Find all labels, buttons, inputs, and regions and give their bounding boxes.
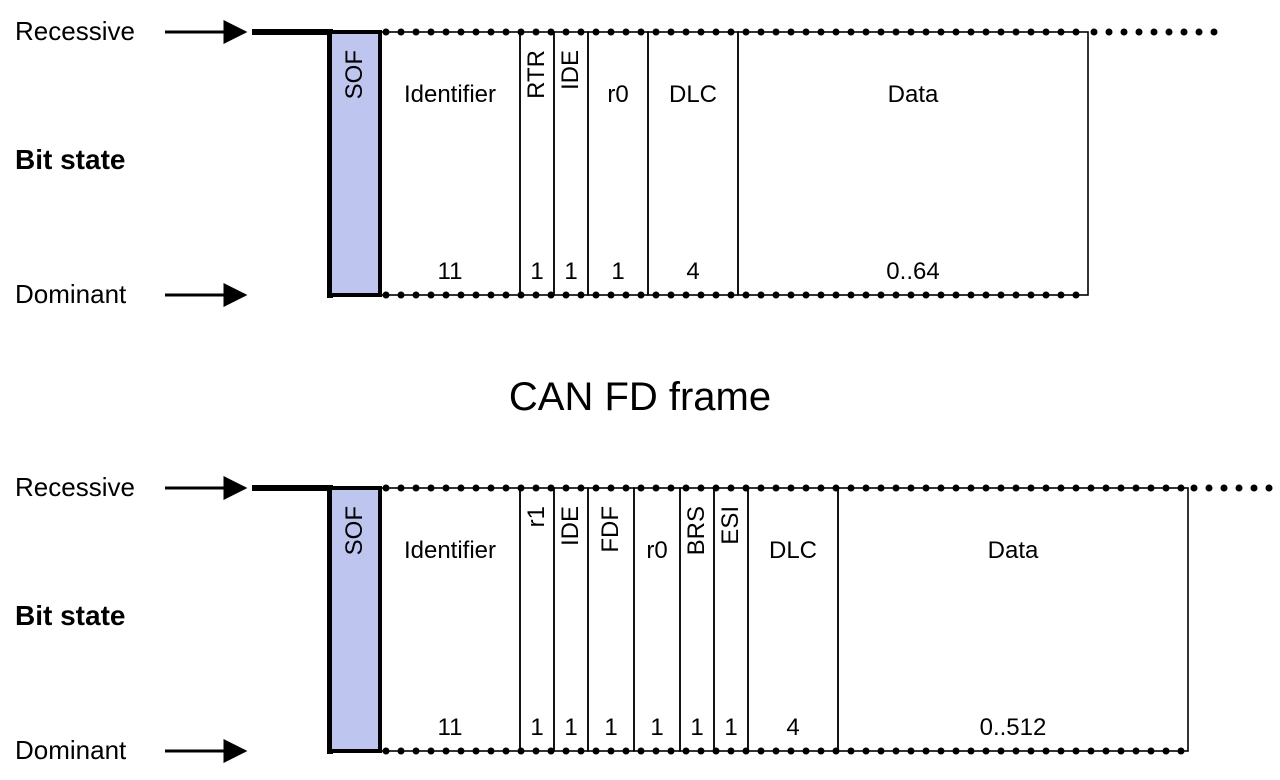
field-label: r0 (646, 537, 667, 564)
field-label: IDE (557, 50, 584, 90)
bit-count: 1 (564, 714, 577, 741)
bit-count: 1 (530, 714, 543, 741)
field-label: Data (888, 81, 939, 108)
field-label: DLC (669, 81, 717, 108)
svg-text:Recessive: Recessive (15, 16, 135, 46)
field-label: Data (988, 537, 1039, 564)
field-label: r0 (607, 81, 628, 108)
field-label: SOF (341, 50, 368, 99)
field-label: FDF (597, 506, 624, 553)
bit-count: 1 (690, 714, 703, 741)
field-label: ESI (717, 506, 744, 545)
bit-count: 11 (438, 714, 463, 741)
can-fd-frame-diagram: Recessive Dominant Bit state SOF Identifier 1… (0, 0, 1280, 780)
field-label: Identifier (404, 81, 496, 108)
field-label: RTR (523, 50, 550, 99)
bit-count: 1 (530, 258, 543, 285)
svg-text:Bit state: Bit state (15, 144, 125, 175)
svg-text:Dominant: Dominant (15, 279, 127, 309)
bit-count: 1 (724, 714, 737, 741)
field-label: SOF (341, 506, 368, 555)
svg-text:Bit state: Bit state (15, 600, 125, 631)
bit-count: 0..512 (980, 714, 1047, 741)
bit-count: 1 (650, 714, 663, 741)
bit-count: 1 (564, 258, 577, 285)
field-label: Identifier (404, 537, 496, 564)
bit-count: 1 (611, 258, 624, 285)
svg-text:Recessive: Recessive (15, 472, 135, 502)
bit-count: 4 (786, 714, 799, 741)
bit-count: 4 (686, 258, 699, 285)
bit-count: 1 (604, 714, 617, 741)
title-can-fd-frame: CAN FD frame (509, 375, 771, 419)
field-label: DLC (769, 537, 817, 564)
field-label: IDE (557, 506, 584, 546)
field-label: r1 (523, 506, 550, 527)
svg-text:Dominant: Dominant (15, 735, 127, 765)
bit-count: 0..64 (886, 258, 939, 285)
bit-count: 11 (438, 258, 463, 285)
field-label: BRS (683, 506, 710, 555)
